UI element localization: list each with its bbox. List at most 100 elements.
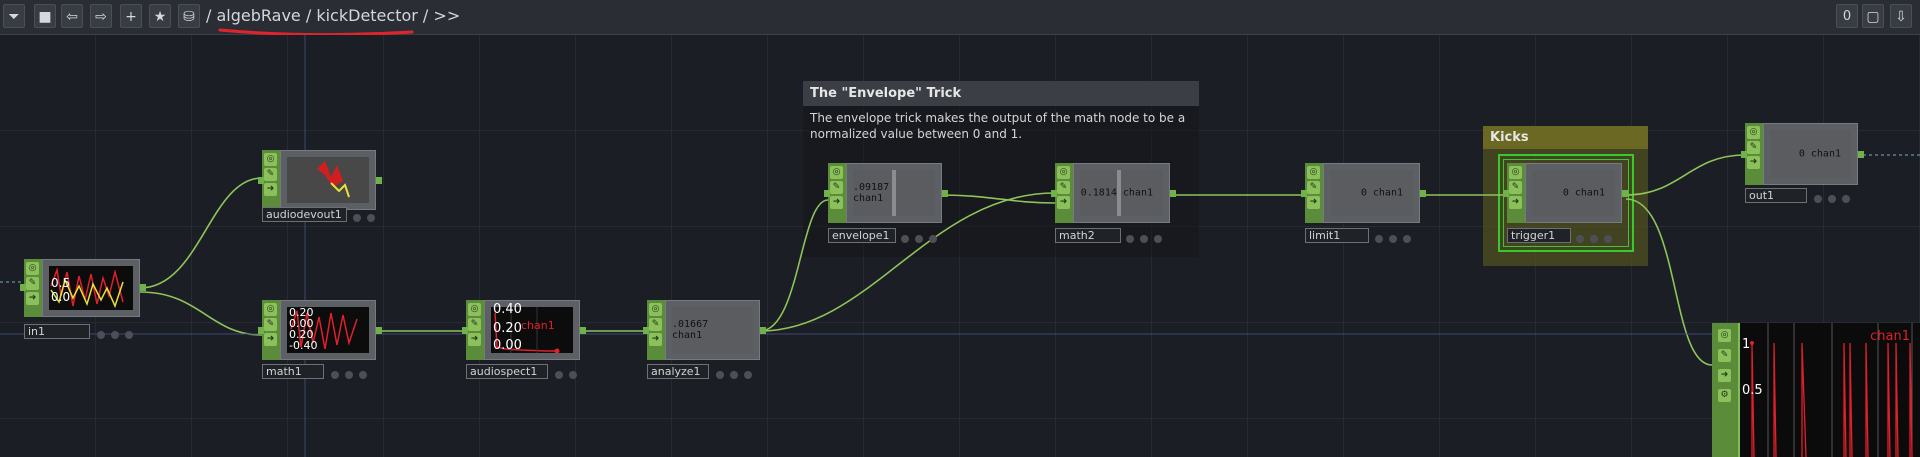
node-math1[interactable]: ◎ ✎ ➜ 0.20 0.00 0.20 -0.40 — [258, 300, 382, 360]
node-graph-viewer[interactable]: ◎ ✎ ➜ ⚙ chan1 1 0.5 — [1712, 323, 1920, 457]
node-math1-label[interactable]: math1 — [262, 364, 324, 379]
network-path-breadcrumb: / algebRave / kickDetector / >> — [206, 6, 460, 25]
maximize-button[interactable]: ▢ — [1862, 4, 1884, 28]
node-math2-flags[interactable] — [1123, 228, 1165, 243]
node-trigger1-controls: ◎ ✎ ➜ — [1507, 163, 1525, 223]
node-math1-output[interactable] — [376, 327, 382, 334]
node-audiodevout1-controls: ◎ ✎ ➜ — [262, 150, 280, 210]
node-trigger1-flags[interactable] — [1573, 228, 1615, 243]
node-limit1[interactable]: ◎ ✎ ➜ 0 chan1 — [1301, 163, 1426, 223]
node-audiospect1-viewer-label-2: 0.00 — [493, 338, 522, 353]
node-out1-viewer: 0 chan1 — [1770, 130, 1851, 178]
node-trigger1-viewer: 0 chan1 — [1532, 170, 1615, 216]
node-math1-controls: ◎ ✎ ➜ — [262, 300, 280, 360]
node-trigger1[interactable]: ◎ ✎ ➜ 0 chan1 — [1503, 163, 1628, 223]
node-limit1-label[interactable]: limit1 — [1305, 228, 1369, 243]
node-limit1-value: 0 chan1 — [1360, 187, 1403, 199]
node-analyze1-value: .01667 chan1 — [672, 319, 709, 341]
node-audiospect1-viewer-label-0: 0.40 — [493, 302, 522, 317]
node-math2-output[interactable] — [1170, 190, 1176, 197]
node-audiodevout1-viewer — [287, 157, 369, 203]
node-in1-viewer-label-1: 0.0 — [51, 290, 71, 304]
node-in1-viewer-label-0: 0.5 — [51, 276, 71, 290]
node-envelope1-viewer: .09187 chan1 — [853, 170, 935, 216]
back-button[interactable]: ⇦ — [61, 4, 83, 28]
node-envelope1-flags[interactable] — [898, 228, 940, 243]
node-analyze1-label[interactable]: analyze1 — [647, 364, 709, 379]
node-trigger1-output[interactable] — [1622, 190, 1628, 197]
node-analyze1-controls: ◎ ✎ ➜ — [647, 300, 665, 360]
network-toolbar: ⏷ ■ ⇦ ⇨ + ★ ⛁ / algebRave / kickDetector / >> … — [0, 0, 1920, 37]
node-audiospect1-viewer: 0.40 0.20 0.00 chan1 — [491, 303, 573, 353]
node-audiospect1-output[interactable] — [580, 327, 586, 334]
save-button[interactable]: ⛁ — [178, 4, 200, 28]
node-envelope1[interactable]: ◎ ✎ ➜ .09187 chan1 — [824, 163, 948, 223]
node-math2-viewer: 0.1814 chan1 — [1080, 170, 1163, 216]
node-in1-flags[interactable] — [94, 324, 136, 339]
node-envelope1-value: .09187 chan1 — [853, 182, 890, 204]
node-limit1-input[interactable] — [1301, 190, 1307, 197]
node-trigger1-label[interactable]: trigger1 — [1507, 228, 1571, 243]
node-in1-input[interactable] — [20, 284, 26, 291]
node-in1-output[interactable] — [140, 284, 146, 291]
menu-dropdown-button[interactable]: ⏷ — [3, 4, 25, 28]
counter-display: 0 — [1836, 4, 1858, 28]
node-out1-label[interactable]: out1 — [1745, 188, 1807, 203]
node-out1-flags[interactable] — [1811, 188, 1853, 203]
download-button[interactable]: ⇩ — [1890, 4, 1912, 28]
stop-button[interactable]: ■ — [34, 4, 56, 28]
node-in1-controls: ◎ ✎ ➜ — [24, 259, 42, 317]
node-audiospect1-label[interactable]: audiospect1 — [466, 364, 548, 379]
node-audiodevout1-output[interactable] — [376, 177, 382, 184]
node-math1-input[interactable] — [258, 327, 264, 334]
node-envelope1-input[interactable] — [824, 190, 830, 197]
node-audiospect1-flags[interactable] — [552, 364, 580, 379]
node-graph-viewer-panel: chan1 1 0.5 — [1738, 323, 1920, 457]
node-analyze1-output[interactable] — [760, 327, 766, 334]
node-limit1-viewer: 0 chan1 — [1330, 170, 1413, 216]
path-current-link[interactable]: kickDetector — [316, 6, 418, 25]
path-more-link[interactable]: / >> — [418, 6, 460, 25]
add-button[interactable]: + — [120, 4, 142, 28]
node-envelope1-label[interactable]: envelope1 — [828, 228, 896, 243]
node-analyze1-input[interactable] — [643, 327, 649, 334]
node-math1-flags[interactable] — [328, 364, 370, 379]
network-editor-canvas[interactable]: The "Envelope" Trick The envelope trick … — [0, 35, 1920, 457]
node-graph-viewer-controls: ◎ ✎ ➜ ⚙ — [1712, 323, 1738, 457]
node-in1-viewer: 0.5 0.0 — [49, 266, 133, 310]
node-out1[interactable]: ◎ ✎ ➜ 0 chan1 — [1741, 123, 1864, 185]
node-math2-input[interactable] — [1051, 190, 1057, 197]
favorite-button[interactable]: ★ — [149, 4, 171, 28]
node-math2-value: 0.1814 chan1 — [1080, 187, 1153, 199]
node-audiospect1[interactable]: ◎ ✎ ➜ 0.40 0.20 0.00 chan1 — [462, 300, 586, 360]
node-in1-label[interactable]: in1 — [24, 324, 90, 339]
node-analyze1[interactable]: ◎ ✎ ➜ .01667 chan1 — [643, 300, 766, 360]
node-math1-viewer: 0.20 0.00 0.20 -0.40 — [287, 307, 369, 353]
node-out1-value: 0 chan1 — [1798, 148, 1841, 160]
node-out1-input[interactable] — [1741, 151, 1747, 158]
graph-y-top-label: 1 — [1742, 337, 1751, 352]
forward-button[interactable]: ⇨ — [90, 4, 112, 28]
path-root-link[interactable]: algebRave — [216, 6, 300, 25]
node-limit1-output[interactable] — [1420, 190, 1426, 197]
node-math2[interactable]: ◎ ✎ ➜ 0.1814 chan1 — [1051, 163, 1176, 223]
node-analyze1-flags[interactable] — [713, 364, 755, 379]
node-analyze1-viewer: .01667 chan1 — [672, 307, 753, 353]
node-audiodevout1-label[interactable]: audiodevout1 — [262, 207, 347, 222]
node-audiodevout1-flags[interactable] — [350, 207, 378, 222]
node-out1-controls: ◎ ✎ ➜ — [1745, 123, 1763, 185]
node-envelope1-output[interactable] — [942, 190, 948, 197]
path-prefix: / — [206, 6, 217, 25]
node-trigger1-value: 0 chan1 — [1562, 187, 1605, 199]
path-separator: / — [300, 6, 317, 25]
node-audiospect1-controls: ◎ ✎ ➜ — [466, 300, 484, 360]
node-math2-label[interactable]: math2 — [1055, 228, 1121, 243]
node-trigger1-input[interactable] — [1503, 190, 1509, 197]
node-audiospect1-input[interactable] — [462, 327, 468, 334]
node-limit1-flags[interactable] — [1372, 228, 1414, 243]
node-out1-output[interactable] — [1858, 151, 1864, 158]
node-audiodevout1-input[interactable] — [258, 177, 264, 184]
node-in1[interactable]: ◎ ✎ ➜ 0.5 0.0 — [20, 259, 146, 317]
node-audiodevout1[interactable]: ◎ ✎ ➜ — [258, 150, 382, 210]
node-math2-controls: ◎ ✎ ➜ — [1055, 163, 1073, 223]
